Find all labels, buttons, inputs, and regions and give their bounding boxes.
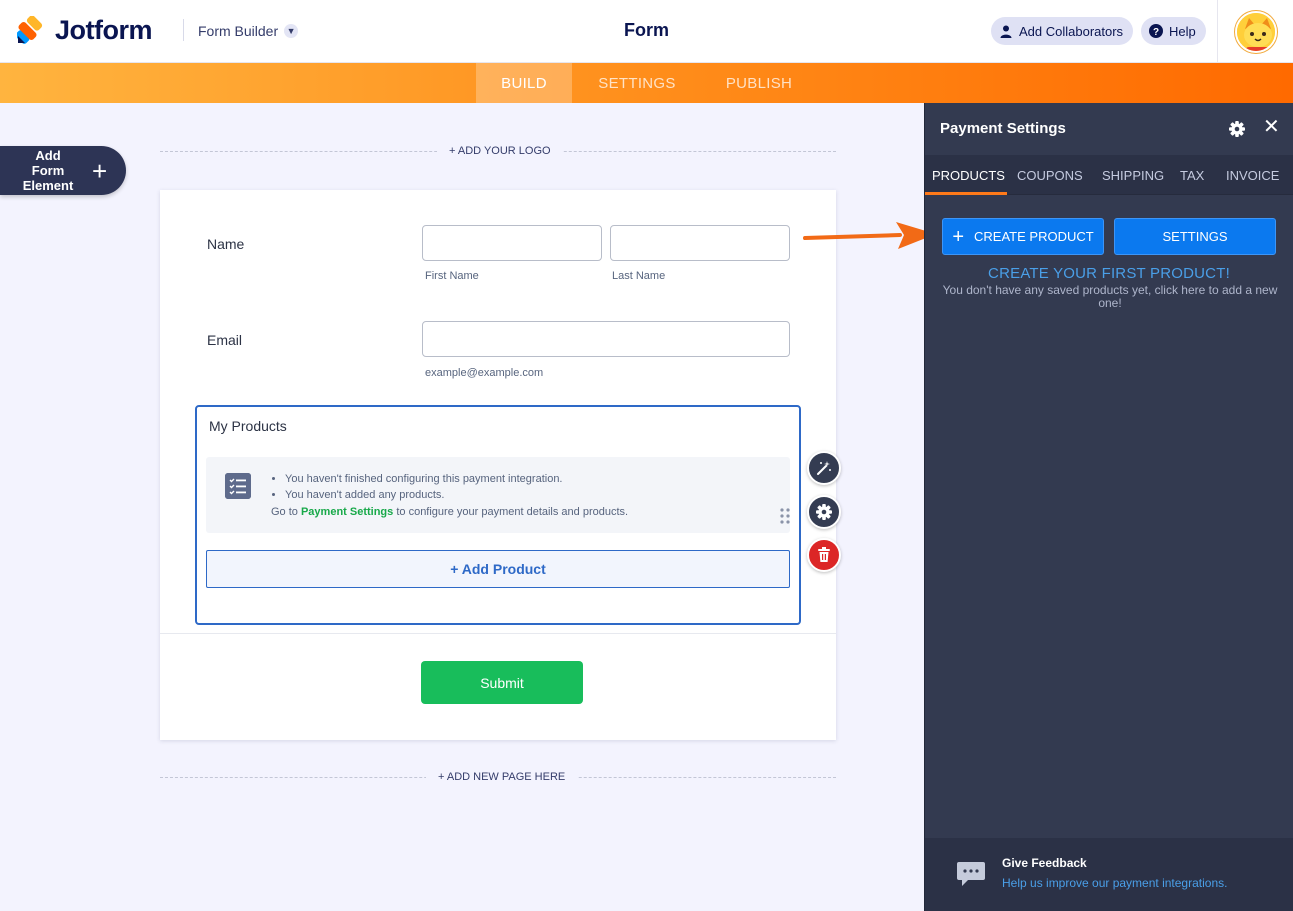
gear-icon[interactable]	[1228, 120, 1246, 138]
wand-icon[interactable]	[807, 451, 841, 485]
notice-item: You haven't finished configuring this pa…	[285, 471, 563, 487]
drag-handle-icon[interactable]	[780, 508, 790, 524]
tab-coupons[interactable]: COUPONS	[1017, 155, 1083, 195]
tab-publish[interactable]: PUBLISH	[710, 63, 808, 103]
feedback-section: Give Feedback Help us improve our paymen…	[925, 838, 1293, 911]
jotform-logo[interactable]: Jotform	[15, 14, 153, 46]
payment-settings-panel: Payment Settings ✕ PRODUCTS COUPONS SHIP…	[924, 103, 1293, 911]
products-title: My Products	[209, 418, 287, 434]
panel-tabs: PRODUCTS COUPONS SHIPPING TAX INVOICE	[925, 155, 1293, 195]
add-logo-link[interactable]: + ADD YOUR LOGO	[437, 145, 563, 157]
form-title[interactable]: Form	[624, 20, 669, 40]
go-to-suffix: to configure your payment details and pr…	[396, 506, 629, 518]
go-to-prefix: Go to	[271, 506, 298, 518]
add-new-page-link[interactable]: + ADD NEW PAGE HERE	[426, 771, 578, 783]
plus-icon: +	[952, 225, 965, 248]
form-builder-label: Form Builder	[198, 23, 279, 39]
logo-text: Jotform	[55, 14, 153, 45]
chevron-down-icon: ▼	[284, 24, 299, 38]
settings-button[interactable]: SETTINGS	[1114, 218, 1276, 255]
avatar[interactable]	[1234, 10, 1277, 53]
help-icon: ?	[1149, 24, 1163, 38]
builder-nav: BUILD SETTINGS PUBLISH	[0, 63, 1293, 103]
notice-list: You haven't finished configuring this pa…	[285, 471, 563, 503]
panel-title: Payment Settings	[940, 120, 1066, 137]
svg-text:?: ?	[1153, 27, 1159, 38]
feedback-icon	[956, 860, 986, 886]
help-button[interactable]: ? Help	[1141, 17, 1206, 45]
no-products-description[interactable]: You don't have any saved products yet, c…	[941, 284, 1279, 310]
create-product-button[interactable]: + CREATE PRODUCT	[942, 218, 1104, 255]
close-icon[interactable]: ✕	[1263, 117, 1280, 137]
tab-settings[interactable]: SETTINGS	[582, 63, 692, 103]
email-sublabel: example@example.com	[425, 367, 544, 379]
add-collaborators-button[interactable]: Add Collaborators	[991, 17, 1134, 45]
active-tab-indicator	[925, 192, 1007, 195]
tab-tax[interactable]: TAX	[1180, 155, 1204, 195]
add-form-element-button[interactable]: Add Form Element +	[0, 146, 126, 195]
last-name-sublabel: Last Name	[612, 270, 666, 282]
header-divider	[183, 19, 184, 41]
feedback-title: Give Feedback	[1002, 856, 1087, 870]
add-product-button[interactable]: + Add Product	[206, 550, 790, 588]
tab-shipping[interactable]: SHIPPING	[1102, 155, 1164, 195]
avatar-container[interactable]	[1217, 0, 1293, 63]
last-name-input[interactable]	[610, 225, 790, 261]
first-name-sublabel: First Name	[425, 270, 479, 282]
arrow-icon	[800, 218, 940, 259]
feedback-link[interactable]: Help us improve our payment integrations…	[1002, 876, 1227, 890]
gear-icon[interactable]	[807, 495, 841, 529]
add-form-element-label: Add Form Element	[22, 148, 74, 193]
user-icon	[999, 24, 1013, 38]
plus-icon: +	[92, 155, 108, 186]
tab-build[interactable]: BUILD	[476, 63, 572, 103]
first-name-input[interactable]	[422, 225, 602, 261]
tab-invoice[interactable]: INVOICE	[1226, 155, 1279, 195]
jotform-logo-icon	[15, 15, 45, 44]
help-label: Help	[1169, 23, 1196, 39]
go-to-text: Go to Payment Settings to configure your…	[271, 506, 628, 518]
form-card: Name First Name Last Name Email example@…	[160, 190, 836, 740]
add-collaborators-label: Add Collaborators	[1019, 23, 1124, 39]
email-label: Email	[207, 332, 243, 348]
email-input[interactable]	[422, 321, 790, 357]
create-first-product-link[interactable]: CREATE YOUR FIRST PRODUCT!	[925, 265, 1293, 282]
my-products-field[interactable]: My Products You haven't finished configu…	[195, 405, 801, 625]
trash-icon[interactable]	[807, 538, 841, 572]
tab-products[interactable]: PRODUCTS	[932, 155, 1005, 195]
form-builder-dropdown[interactable]: Form Builder ▼	[198, 20, 299, 42]
create-product-label: CREATE PRODUCT	[974, 229, 1094, 244]
payment-settings-link[interactable]: Payment Settings	[301, 506, 393, 518]
submit-button[interactable]: Submit	[421, 661, 583, 704]
top-header: Jotform Form Builder ▼ Form Add Collabor…	[0, 0, 1293, 63]
payment-notice: You haven't finished configuring this pa…	[206, 457, 790, 533]
list-icon	[225, 473, 251, 499]
name-label: Name	[207, 236, 245, 252]
card-divider	[160, 633, 836, 634]
notice-item: You haven't added any products.	[285, 487, 563, 503]
